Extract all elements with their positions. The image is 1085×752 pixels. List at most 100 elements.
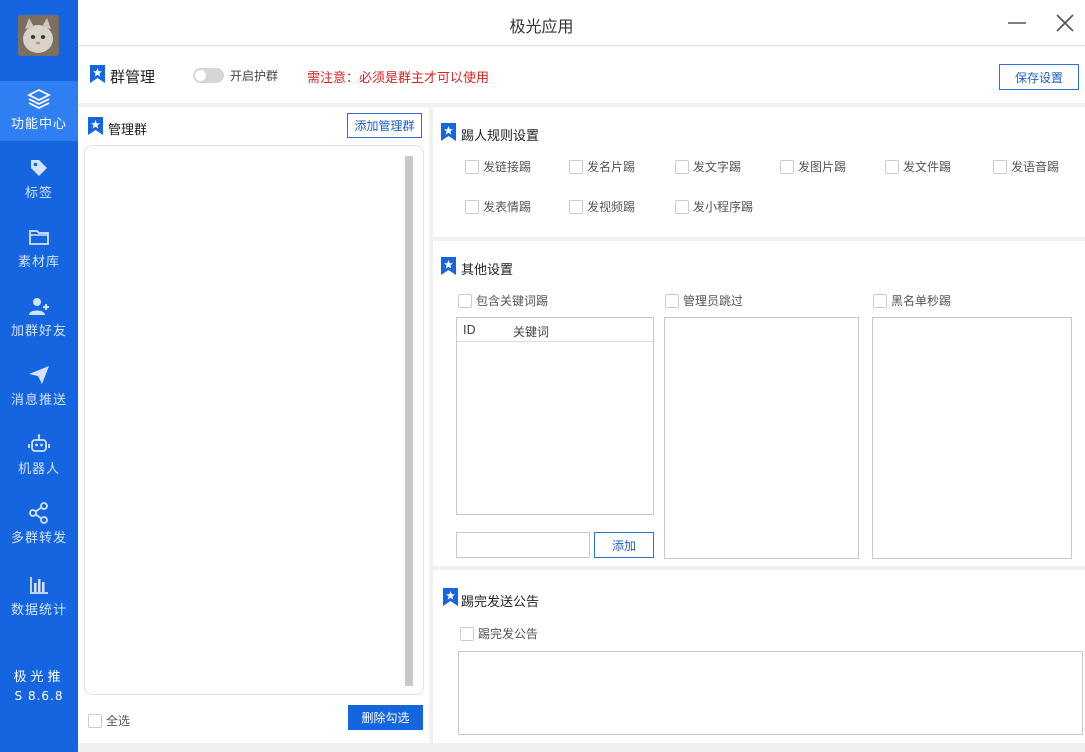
checkbox-label: 发链接踢 [483, 160, 532, 174]
checkbox-label: 发语音踢 [1011, 160, 1060, 174]
close-button[interactable] [1054, 12, 1076, 34]
sidebar-item-label: 素材库 [17, 255, 60, 270]
bar-chart-icon [30, 577, 48, 594]
scrollbar[interactable] [405, 156, 413, 686]
sidebar-item-label: 功能中心 [10, 117, 67, 132]
checkbox-box[interactable] [873, 293, 887, 308]
sidebar-item-materials[interactable]: 素材库 [0, 219, 78, 279]
checkbox-label: 发视频踢 [587, 200, 636, 214]
checkbox-label: 踢完发公告 [478, 627, 539, 641]
section-title: 管理群 [108, 123, 148, 138]
announce-checkbox[interactable]: 踢完发公告 [460, 625, 538, 642]
save-settings-button[interactable]: 保存设置 [999, 64, 1079, 90]
checkbox-label: 管理员跳过 [683, 294, 744, 308]
share-icon [29, 502, 48, 524]
group-management-header: 群管理 开启护群 需注意：必须是群主才可以使用 保存设置 [78, 47, 1085, 103]
checkbox-box[interactable] [665, 293, 679, 308]
minimize-button[interactable] [1006, 12, 1028, 34]
window-title: 极光应用 [509, 17, 574, 36]
add-managed-group-button[interactable]: 添加管理群 [347, 113, 422, 138]
column-header-keyword: 关键词 [513, 325, 550, 339]
group-list[interactable] [84, 145, 424, 695]
layers-icon [27, 88, 51, 110]
rule-emoji-checkbox[interactable]: 发表情踢 [465, 198, 531, 215]
sidebar-item-function-center[interactable]: 功能中心 [0, 81, 78, 141]
section-title: 踢人规则设置 [461, 129, 540, 144]
sidebar-item-multi-forward[interactable]: 多群转发 [0, 495, 78, 555]
checkbox-box[interactable] [460, 626, 474, 641]
bookmark-star-icon [90, 65, 105, 83]
checkbox-label: 发文件踢 [903, 160, 952, 174]
checkbox-box[interactable] [458, 293, 472, 308]
other-settings-panel: 其他设置 包含关键词踢 管理员跳过 黑名单秒踢 ID 关键词 添加 [433, 241, 1085, 566]
bookmark-star-icon [88, 117, 103, 135]
checkbox-label: 发名片踢 [587, 160, 636, 174]
checkbox-box[interactable] [780, 159, 794, 174]
checkbox-box[interactable] [569, 159, 583, 174]
rule-video-checkbox[interactable]: 发视频踢 [569, 198, 635, 215]
checkbox-box[interactable] [569, 199, 583, 214]
checkbox-box[interactable] [88, 713, 102, 728]
checkbox-box[interactable] [465, 199, 479, 214]
keyword-table[interactable]: ID 关键词 [456, 317, 654, 515]
checkbox-box[interactable] [675, 159, 689, 174]
announcement-textarea[interactable] [458, 651, 1083, 735]
bookmark-star-icon [441, 123, 456, 141]
keyword-kick-checkbox[interactable]: 包含关键词踢 [458, 292, 548, 309]
owner-notice: 需注意：必须是群主才可以使用 [307, 71, 490, 86]
sidebar-item-statistics[interactable]: 数据统计 [0, 567, 78, 627]
checkbox-label: 发文字踢 [693, 160, 742, 174]
protect-group-toggle[interactable] [193, 68, 224, 83]
close-icon [1056, 14, 1074, 32]
sidebar-item-label: 消息推送 [10, 393, 67, 408]
version-label: S 8.6.8 [14, 689, 64, 703]
section-title: 踢完发送公告 [461, 595, 540, 610]
admin-list-box[interactable] [664, 317, 859, 559]
admin-skip-checkbox[interactable]: 管理员跳过 [665, 292, 743, 309]
tag-icon [31, 160, 47, 176]
rule-link-checkbox[interactable]: 发链接踢 [465, 158, 531, 175]
titlebar: 极光应用 [78, 0, 1085, 46]
sidebar-item-label: 加群好友 [10, 324, 67, 339]
avatar[interactable] [18, 15, 59, 56]
rule-miniprogram-checkbox[interactable]: 发小程序踢 [675, 198, 753, 215]
add-keyword-button[interactable]: 添加 [594, 532, 654, 558]
sidebar-item-add-friends[interactable]: 加群好友 [0, 288, 78, 348]
column-header-id: ID [463, 323, 476, 337]
section-title: 其他设置 [461, 263, 514, 278]
checkbox-label: 发图片踢 [798, 160, 847, 174]
sidebar-item-message-push[interactable]: 消息推送 [0, 357, 78, 417]
sidebar-item-tags[interactable]: 标签 [0, 150, 78, 210]
table-header: ID 关键词 [457, 318, 653, 342]
checkbox-box[interactable] [885, 159, 899, 174]
rule-file-checkbox[interactable]: 发文件踢 [885, 158, 951, 175]
checkbox-label: 全选 [106, 714, 131, 728]
add-user-icon [29, 298, 49, 315]
delete-selected-button[interactable]: 删除勾选 [348, 705, 423, 730]
sidebar-item-robot[interactable]: 机器人 [0, 426, 78, 486]
checkbox-box[interactable] [993, 159, 1007, 174]
checkbox-label: 包含关键词踢 [476, 294, 549, 308]
rule-image-checkbox[interactable]: 发图片踢 [780, 158, 846, 175]
checkbox-label: 黑名单秒踢 [891, 294, 952, 308]
bookmark-star-icon [443, 588, 458, 606]
rule-voice-checkbox[interactable]: 发语音踢 [993, 158, 1059, 175]
rule-card-checkbox[interactable]: 发名片踢 [569, 158, 635, 175]
kick-rules-panel: 踢人规则设置 发链接踢 发名片踢 发文字踢 发图片踢 发文件踢 发语音踢 发表情… [433, 107, 1085, 237]
checkbox-box[interactable] [675, 199, 689, 214]
folder-icon [29, 230, 49, 245]
checkbox-box[interactable] [465, 159, 479, 174]
toggle-label: 开启护群 [230, 69, 279, 83]
sidebar-item-label: 机器人 [17, 462, 60, 477]
keyword-input[interactable] [456, 532, 590, 558]
blacklist-kick-checkbox[interactable]: 黑名单秒踢 [873, 292, 951, 309]
sidebar-item-label: 数据统计 [10, 603, 67, 618]
cat-avatar-icon [18, 15, 59, 56]
blacklist-box[interactable] [872, 317, 1072, 559]
sidebar: 功能中心 标签 素材库 加群好友 消息推送 机器人 多群转发 数据统计 极光推 … [0, 0, 78, 752]
kick-announcement-panel: 踢完发送公告 踢完发公告 [433, 570, 1085, 743]
checkbox-label: 发表情踢 [483, 200, 532, 214]
select-all-checkbox[interactable]: 全选 [88, 712, 130, 729]
robot-icon [28, 434, 50, 452]
rule-text-checkbox[interactable]: 发文字踢 [675, 158, 741, 175]
